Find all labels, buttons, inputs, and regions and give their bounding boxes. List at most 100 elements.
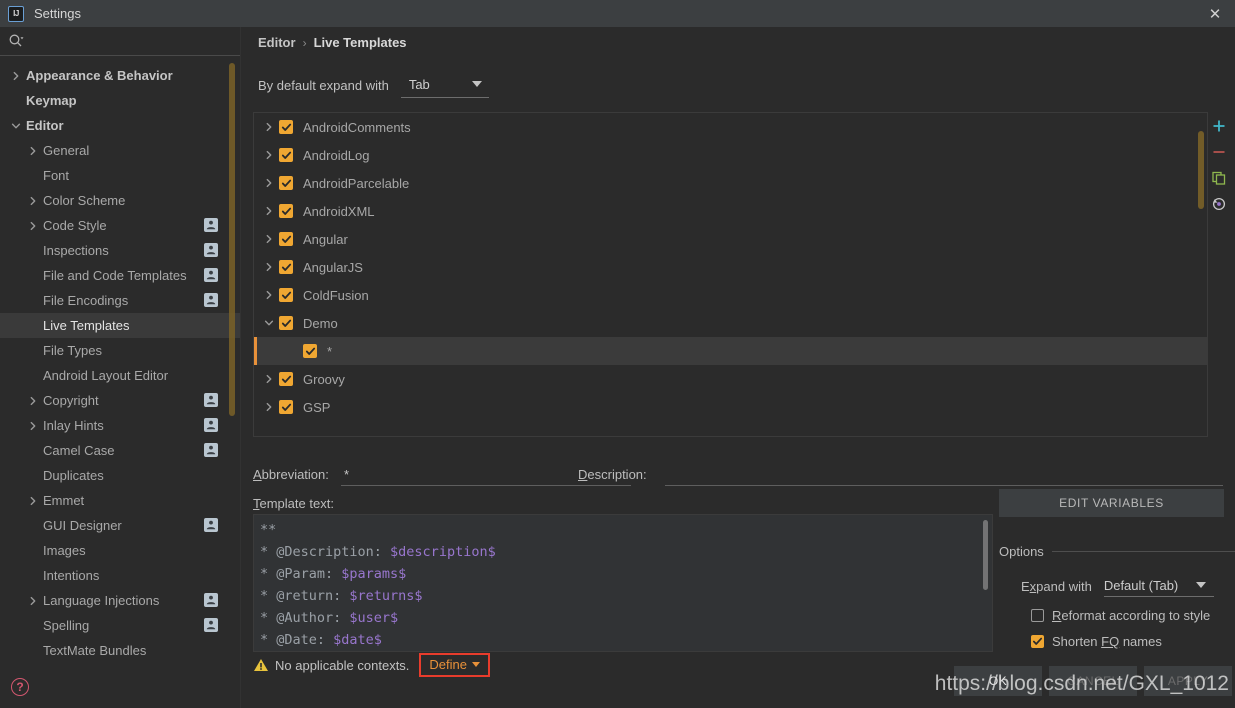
template-row[interactable]: Groovy <box>254 365 1207 393</box>
help-label: ? <box>16 680 24 694</box>
template-row[interactable]: Demo <box>254 309 1207 337</box>
chevron-right-icon[interactable] <box>9 69 23 83</box>
template-checkbox[interactable] <box>279 120 293 134</box>
apply-button[interactable]: APPLY <box>1144 666 1232 696</box>
sidebar-item-inspections[interactable]: Inspections <box>0 238 240 263</box>
sidebar-item-intentions[interactable]: Intentions <box>0 563 240 588</box>
add-icon[interactable] <box>1210 117 1228 135</box>
template-checkbox[interactable] <box>279 148 293 162</box>
sidebar-item-live-templates[interactable]: Live Templates <box>0 313 240 338</box>
revert-icon[interactable] <box>1210 195 1228 213</box>
search-icon[interactable] <box>7 32 25 50</box>
chevron-down-icon[interactable] <box>262 316 276 330</box>
sidebar-item-keymap[interactable]: Keymap <box>0 88 240 113</box>
sidebar-item-editor[interactable]: Editor <box>0 113 240 138</box>
sidebar-item-file-types[interactable]: File Types <box>0 338 240 363</box>
define-button[interactable]: Define <box>419 653 490 677</box>
template-checkbox[interactable] <box>279 400 293 414</box>
chevron-right-icon[interactable] <box>262 176 276 190</box>
template-checkbox[interactable] <box>279 176 293 190</box>
template-text-editor[interactable]: ** * @Description: $description$ * @Param:… <box>253 514 993 652</box>
sidebar-item-images[interactable]: Images <box>0 538 240 563</box>
sidebar-item-font[interactable]: Font <box>0 163 240 188</box>
edit-variables-label: EDIT VARIABLES <box>1059 496 1164 510</box>
settings-dialog: IJ Settings ✕ Appearance & Behavior Keyma… <box>0 0 1235 708</box>
sidebar-item-copyright[interactable]: Copyright <box>0 388 240 413</box>
window-title: Settings <box>34 6 81 21</box>
chevron-right-icon[interactable] <box>26 494 40 508</box>
sidebar-item-label: Keymap <box>26 93 77 108</box>
sidebar-item-duplicates[interactable]: Duplicates <box>0 463 240 488</box>
chevron-right-icon[interactable] <box>26 194 40 208</box>
template-checkbox[interactable] <box>279 260 293 274</box>
search-input[interactable] <box>25 34 240 48</box>
sidebar-item-color-scheme[interactable]: Color Scheme <box>0 188 240 213</box>
help-icon[interactable]: ? <box>11 678 29 696</box>
sidebar-item-textmate-bundles[interactable]: TextMate Bundles <box>0 638 240 663</box>
chevron-right-icon[interactable] <box>26 594 40 608</box>
sidebar-scrollbar[interactable] <box>229 63 235 416</box>
live-templates-list[interactable]: AndroidComments AndroidLog AndroidParcelab… <box>253 112 1208 437</box>
sidebar-item-code-style[interactable]: Code Style <box>0 213 240 238</box>
sidebar-item-emmet[interactable]: Emmet <box>0 488 240 513</box>
sidebar-item-file-encodings[interactable]: File Encodings <box>0 288 240 313</box>
template-row[interactable]: AndroidComments <box>254 113 1207 141</box>
chevron-right-icon[interactable] <box>262 148 276 162</box>
chevron-right-icon[interactable] <box>262 260 276 274</box>
chevron-right-icon[interactable] <box>26 419 40 433</box>
chevron-right-icon[interactable] <box>262 204 276 218</box>
template-row[interactable]: Angular <box>254 225 1207 253</box>
template-checkbox[interactable] <box>279 204 293 218</box>
template-checkbox[interactable] <box>303 344 317 358</box>
sidebar-item-android-layout-editor[interactable]: Android Layout Editor <box>0 363 240 388</box>
breadcrumb-parent[interactable]: Editor <box>258 35 296 50</box>
chevron-right-icon[interactable] <box>262 232 276 246</box>
description-input[interactable] <box>665 464 1223 486</box>
template-row[interactable]: AndroidLog <box>254 141 1207 169</box>
chevron-right-icon[interactable] <box>262 120 276 134</box>
copy-icon[interactable] <box>1210 169 1228 187</box>
sidebar-item-appearance-behavior[interactable]: Appearance & Behavior <box>0 63 240 88</box>
template-row[interactable]: GSP <box>254 393 1207 421</box>
cancel-button[interactable]: CANCEL <box>1049 666 1137 696</box>
template-row[interactable]: ColdFusion <box>254 281 1207 309</box>
title-bar: IJ Settings ✕ <box>0 0 1235 27</box>
define-label: Define <box>429 657 467 672</box>
template-checkbox[interactable] <box>279 288 293 302</box>
sidebar-item-general[interactable]: General <box>0 138 240 163</box>
chevron-right-icon[interactable] <box>26 394 40 408</box>
sidebar-item-label: Intentions <box>43 568 100 583</box>
chevron-right-icon[interactable] <box>26 219 40 233</box>
close-icon[interactable]: ✕ <box>1205 4 1225 24</box>
editor-scrollbar[interactable] <box>983 520 988 590</box>
editor-line: * @Author: $user$ <box>260 607 986 629</box>
chevron-down-icon[interactable] <box>9 119 23 133</box>
sidebar-item-language-injections[interactable]: Language Injections <box>0 588 240 613</box>
breadcrumb: Editor › Live Templates <box>258 35 407 50</box>
edit-variables-button[interactable]: EDIT VARIABLES <box>999 489 1224 517</box>
sidebar-item-gui-designer[interactable]: GUI Designer <box>0 513 240 538</box>
shorten-fq-checkbox[interactable]: Shorten FQ names <box>999 634 1235 649</box>
sidebar-item-label: Language Injections <box>43 593 160 608</box>
chevron-right-icon[interactable] <box>262 288 276 302</box>
chevron-right-icon[interactable] <box>262 400 276 414</box>
expand-with-dropdown[interactable]: Default (Tab) <box>1103 575 1214 597</box>
chevron-right-icon[interactable] <box>262 372 276 386</box>
template-checkbox[interactable] <box>279 372 293 386</box>
sidebar-item-inlay-hints[interactable]: Inlay Hints <box>0 413 240 438</box>
template-list-scrollbar[interactable] <box>1198 131 1204 209</box>
sidebar-item-file-and-code-templates[interactable]: File and Code Templates <box>0 263 240 288</box>
sidebar-item-camel-case[interactable]: Camel Case <box>0 438 240 463</box>
chevron-right-icon[interactable] <box>26 144 40 158</box>
template-row[interactable]: AngularJS <box>254 253 1207 281</box>
sidebar-item-spelling[interactable]: Spelling <box>0 613 240 638</box>
template-row[interactable]: AndroidParcelable <box>254 169 1207 197</box>
reformat-checkbox[interactable]: Reformat according to style <box>999 608 1235 623</box>
default-expand-dropdown[interactable]: Tab <box>400 72 489 98</box>
template-checkbox[interactable] <box>279 316 293 330</box>
ok-button[interactable]: OK <box>954 666 1042 696</box>
template-checkbox[interactable] <box>279 232 293 246</box>
template-row[interactable]: * <box>254 337 1207 365</box>
remove-icon[interactable] <box>1210 143 1228 161</box>
template-row[interactable]: AndroidXML <box>254 197 1207 225</box>
